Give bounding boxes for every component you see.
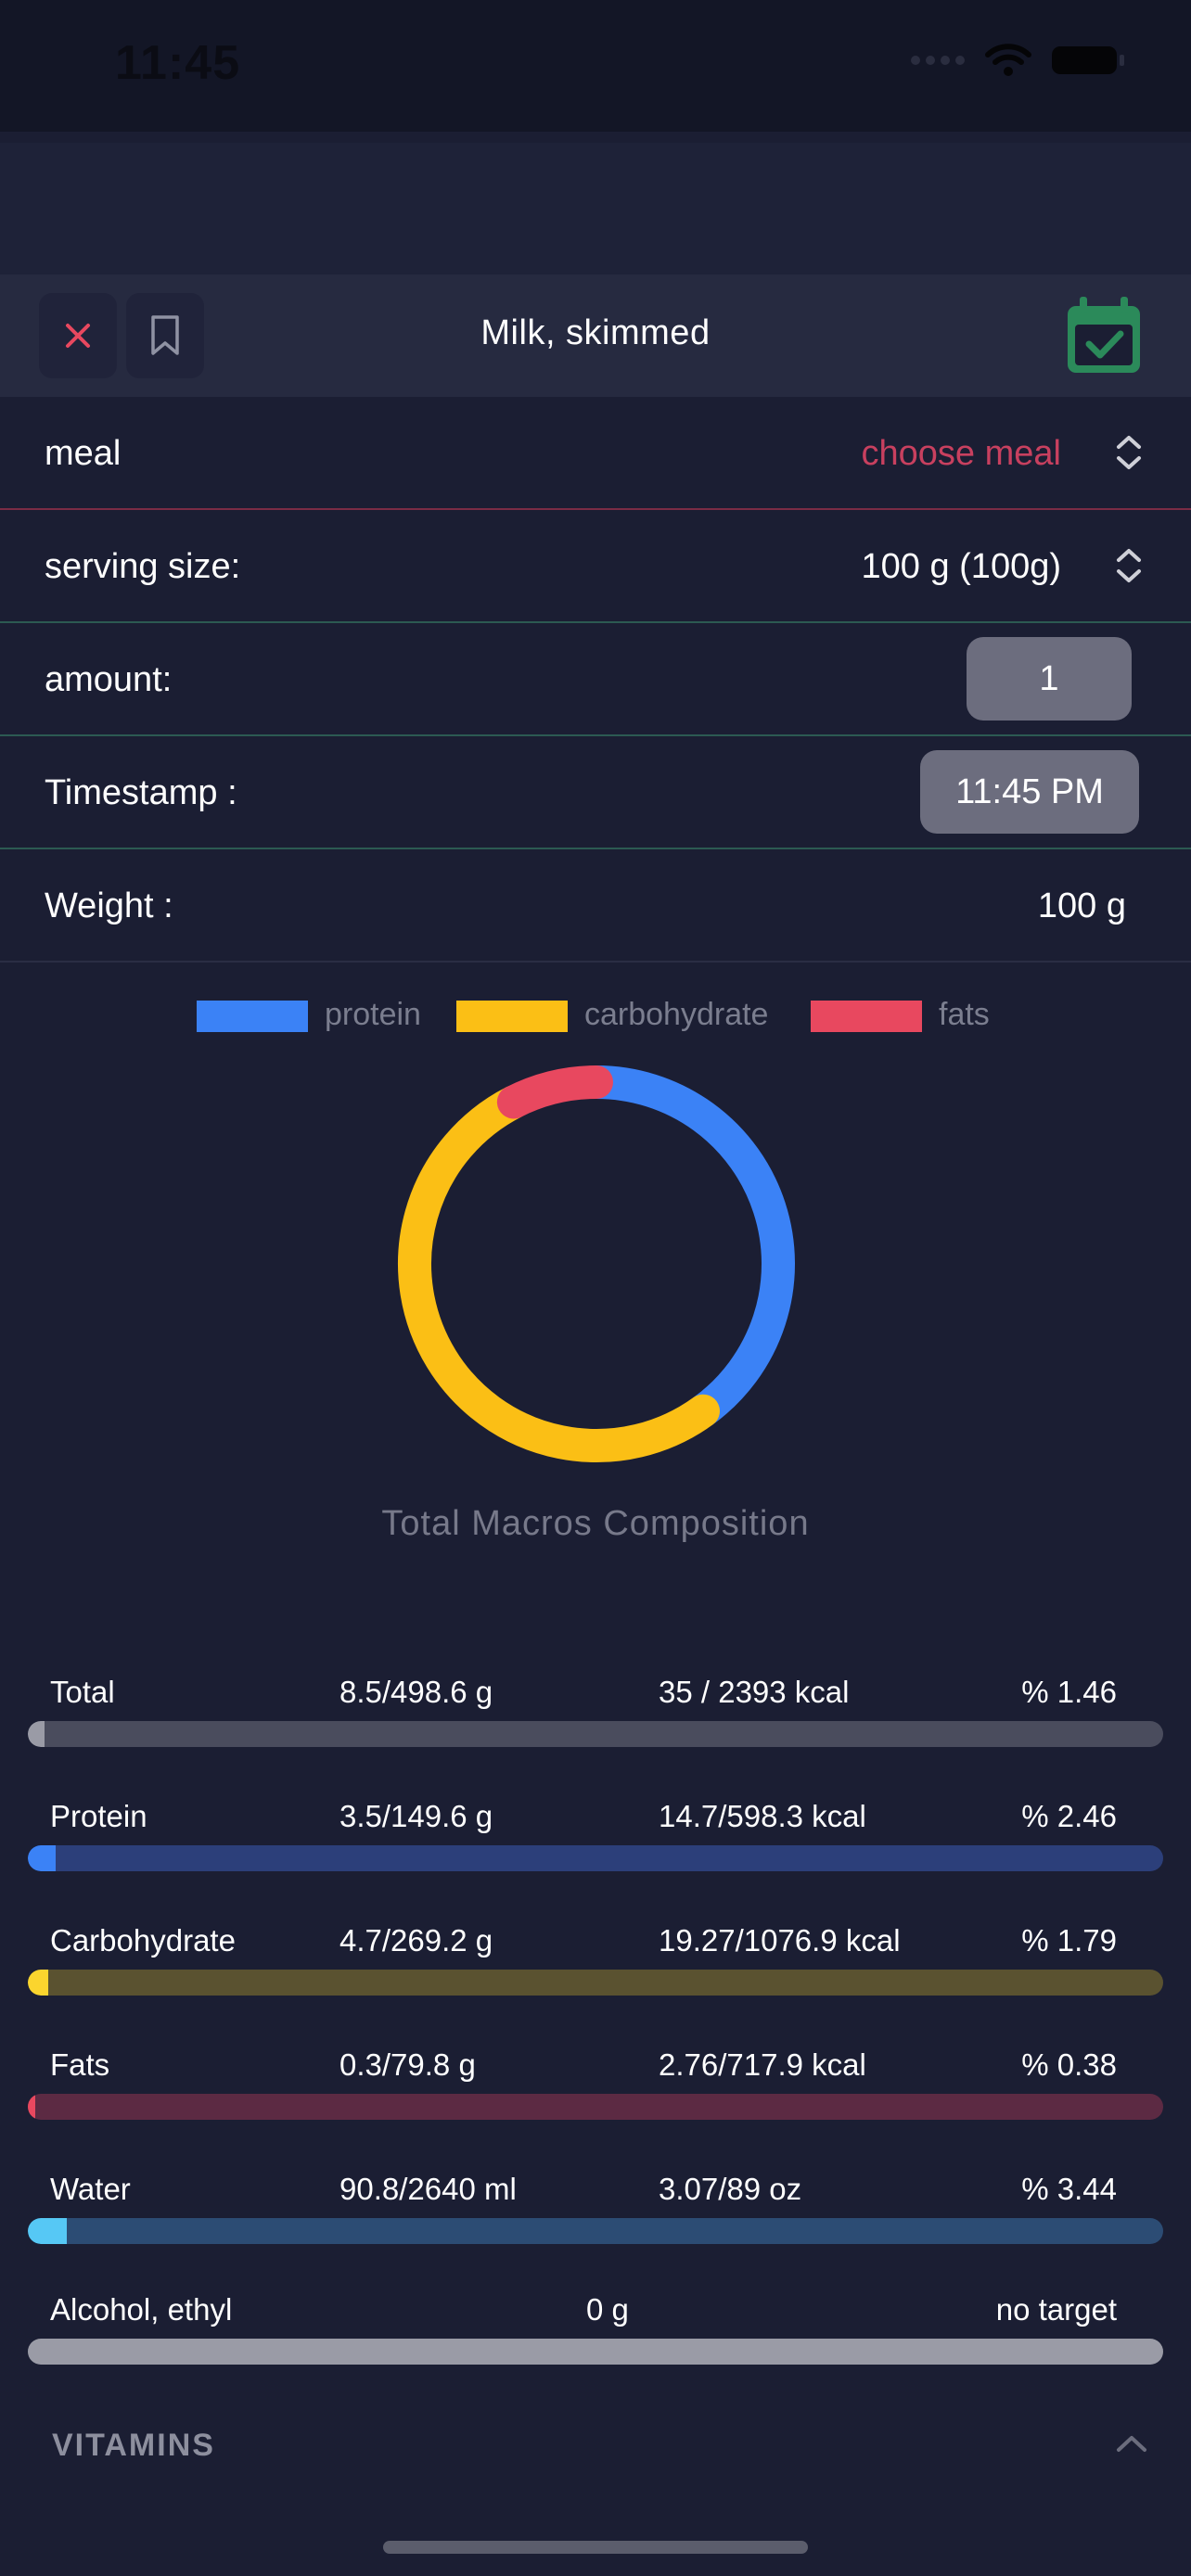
nutrient-grams: 8.5/498.6 g <box>339 1675 493 1709</box>
meal-label: meal <box>45 434 122 473</box>
nutrient-progress-bar <box>28 2218 1163 2244</box>
legend-swatch-carbohydrate <box>456 1001 568 1032</box>
chevron-updown-icon <box>1117 549 1141 582</box>
chart-legend: protein carbohydrate fats <box>0 997 1191 1034</box>
nutrient-grams: 90.8/2640 ml <box>339 2172 517 2206</box>
nutrient-name: Total <box>50 1675 115 1709</box>
nutrient-progress-fill <box>28 1845 57 1871</box>
nutrient-kcal: 3.07/89 oz <box>659 2172 802 2206</box>
donut-slice-protein <box>580 1065 795 1428</box>
calendar-check-icon <box>1068 297 1140 373</box>
legend-swatch-protein <box>197 1001 308 1032</box>
chart-title: Total Macros Composition <box>381 1504 810 1543</box>
nutrient-percent: % 0.38 <box>1021 2047 1117 2082</box>
nutrient-progress-bar <box>28 1721 1163 1747</box>
nutrient-grams: 3.5/149.6 g <box>339 1799 493 1833</box>
meal-select[interactable]: choose meal <box>862 434 1061 474</box>
macros-donut-chart <box>398 1065 795 1462</box>
nutrient-name: Fats <box>50 2047 110 2082</box>
legend-label-protein: protein <box>325 997 421 1032</box>
status-icons <box>911 43 1124 78</box>
nutrient-grams: 4.7/269.2 g <box>339 1923 493 1958</box>
nutrient-progress-fill <box>28 1721 45 1747</box>
nutrient-target: no target <box>995 2292 1117 2327</box>
serving-size-label: serving size: <box>45 547 241 586</box>
nutrient-percent: % 3.44 <box>1021 2172 1117 2206</box>
nutrient-name: Protein <box>50 1799 147 1833</box>
nutrient-name: Alcohol, ethyl <box>50 2292 233 2327</box>
nutrient-row-carbohydrate: Carbohydrate 4.7/269.2 g 19.27/1076.9 kcal… <box>0 1923 1191 2034</box>
wifi-icon <box>985 44 1031 76</box>
serving-size-select[interactable]: 100 g (100g) <box>862 547 1062 587</box>
weight-label: Weight : <box>45 886 173 925</box>
timestamp-label: Timestamp : <box>45 773 237 812</box>
legend-label-carbohydrate: carbohydrate <box>584 997 769 1032</box>
timestamp-row: Timestamp : 11:45 PM <box>0 736 1191 849</box>
nutrient-amount: 0 g <box>586 2292 629 2327</box>
weight-value: 100 g <box>1037 886 1126 925</box>
signal-icon <box>911 56 965 65</box>
donut-slice-fats <box>496 1065 613 1119</box>
nutrient-progress-bar <box>28 2339 1163 2365</box>
amount-row: amount: 1 <box>0 623 1191 736</box>
meal-row[interactable]: meal choose meal <box>0 397 1191 510</box>
legend-label-fats: fats <box>939 997 990 1032</box>
serving-size-row[interactable]: serving size: 100 g (100g) <box>0 510 1191 623</box>
amount-input[interactable]: 1 <box>967 637 1132 721</box>
food-header: Milk, skimmed <box>0 274 1191 397</box>
donut-slice-carbohydrate <box>398 1085 720 1462</box>
nutrient-row-water: Water 90.8/2640 ml 3.07/89 oz % 3.44 <box>0 2172 1191 2283</box>
nutrient-kcal: 35 / 2393 kcal <box>659 1675 850 1709</box>
chevron-updown-icon <box>1117 436 1141 469</box>
vitamins-section-header[interactable]: VITAMINS <box>52 2428 215 2464</box>
add-to-diary-button[interactable] <box>1063 295 1145 381</box>
page-title: Milk, skimmed <box>480 313 711 352</box>
nutrient-progress-fill <box>28 2218 68 2244</box>
nutrient-progress-bar <box>28 1970 1163 1996</box>
nutrient-row-alcohol: Alcohol, ethyl 0 g no target <box>0 2292 1191 2404</box>
nutrient-progress-bar <box>28 2094 1163 2120</box>
nutrient-row-total: Total 8.5/498.6 g 35 / 2393 kcal % 1.46 <box>0 1675 1191 1786</box>
nutrient-name: Water <box>50 2172 131 2206</box>
nutrient-kcal: 2.76/717.9 kcal <box>659 2047 866 2082</box>
nutrient-percent: % 1.46 <box>1021 1675 1117 1709</box>
weight-row: Weight : 100 g <box>0 849 1191 963</box>
status-time: 11:45 <box>115 36 241 90</box>
nutrient-percent: % 2.46 <box>1021 1799 1117 1833</box>
timestamp-button[interactable]: 11:45 PM <box>920 750 1139 834</box>
home-indicator[interactable] <box>383 2541 808 2554</box>
nutrient-percent: % 1.79 <box>1021 1923 1117 1958</box>
chevron-up-icon[interactable] <box>1113 2431 1150 2455</box>
nutrient-name: Carbohydrate <box>50 1923 236 1958</box>
legend-swatch-fats <box>811 1001 922 1032</box>
nutrient-progress-fill <box>28 2094 35 2120</box>
nutrient-kcal: 19.27/1076.9 kcal <box>659 1923 901 1958</box>
nutrient-kcal: 14.7/598.3 kcal <box>659 1799 866 1833</box>
nutrient-grams: 0.3/79.8 g <box>339 2047 476 2082</box>
amount-label: amount: <box>45 660 173 699</box>
nutrient-row-fats: Fats 0.3/79.8 g 2.76/717.9 kcal % 0.38 <box>0 2047 1191 2159</box>
nutrient-progress-fill <box>28 1970 48 1996</box>
status-bar: 11:45 <box>0 0 1191 132</box>
nav-area <box>0 143 1191 274</box>
nutrient-row-protein: Protein 3.5/149.6 g 14.7/598.3 kcal % 2.46 <box>0 1799 1191 1910</box>
nutrient-progress-bar <box>28 1845 1163 1871</box>
battery-icon <box>1052 46 1124 74</box>
